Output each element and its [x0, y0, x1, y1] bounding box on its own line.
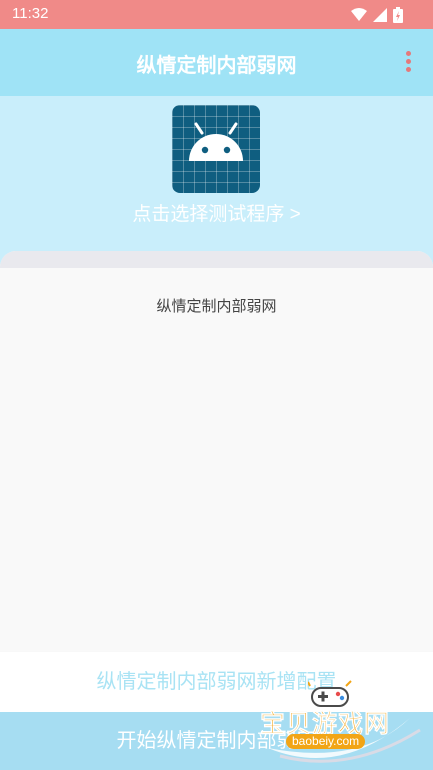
wifi-icon [351, 8, 367, 21]
watermark: 宝贝游戏网 baobeiy.com [250, 678, 433, 770]
content-card: 纵情定制内部弱网 [0, 251, 433, 651]
overflow-menu-icon[interactable] [403, 51, 413, 77]
app-bar: 纵情定制内部弱网 [0, 29, 433, 96]
status-icons [351, 6, 403, 24]
battery-icon [393, 7, 403, 23]
card-text: 纵情定制内部弱网 [156, 298, 277, 315]
signal-icon [373, 8, 387, 22]
android-robot-icon [189, 122, 243, 161]
select-program-link[interactable]: 点击选择测试程序 > [0, 199, 433, 226]
menu-dot [405, 59, 411, 64]
menu-dot [405, 51, 411, 56]
android-app-icon[interactable] [172, 105, 260, 193]
app-title: 纵情定制内部弱网 [136, 55, 297, 77]
status-time: 11:32 [12, 5, 49, 22]
watermark-url: baobeiy.com [286, 734, 366, 749]
menu-dot [405, 67, 411, 72]
hero-section: 点击选择测试程序 > [0, 96, 433, 268]
status-bar: 11:32 [0, 0, 433, 29]
card-header-strip [0, 251, 433, 268]
